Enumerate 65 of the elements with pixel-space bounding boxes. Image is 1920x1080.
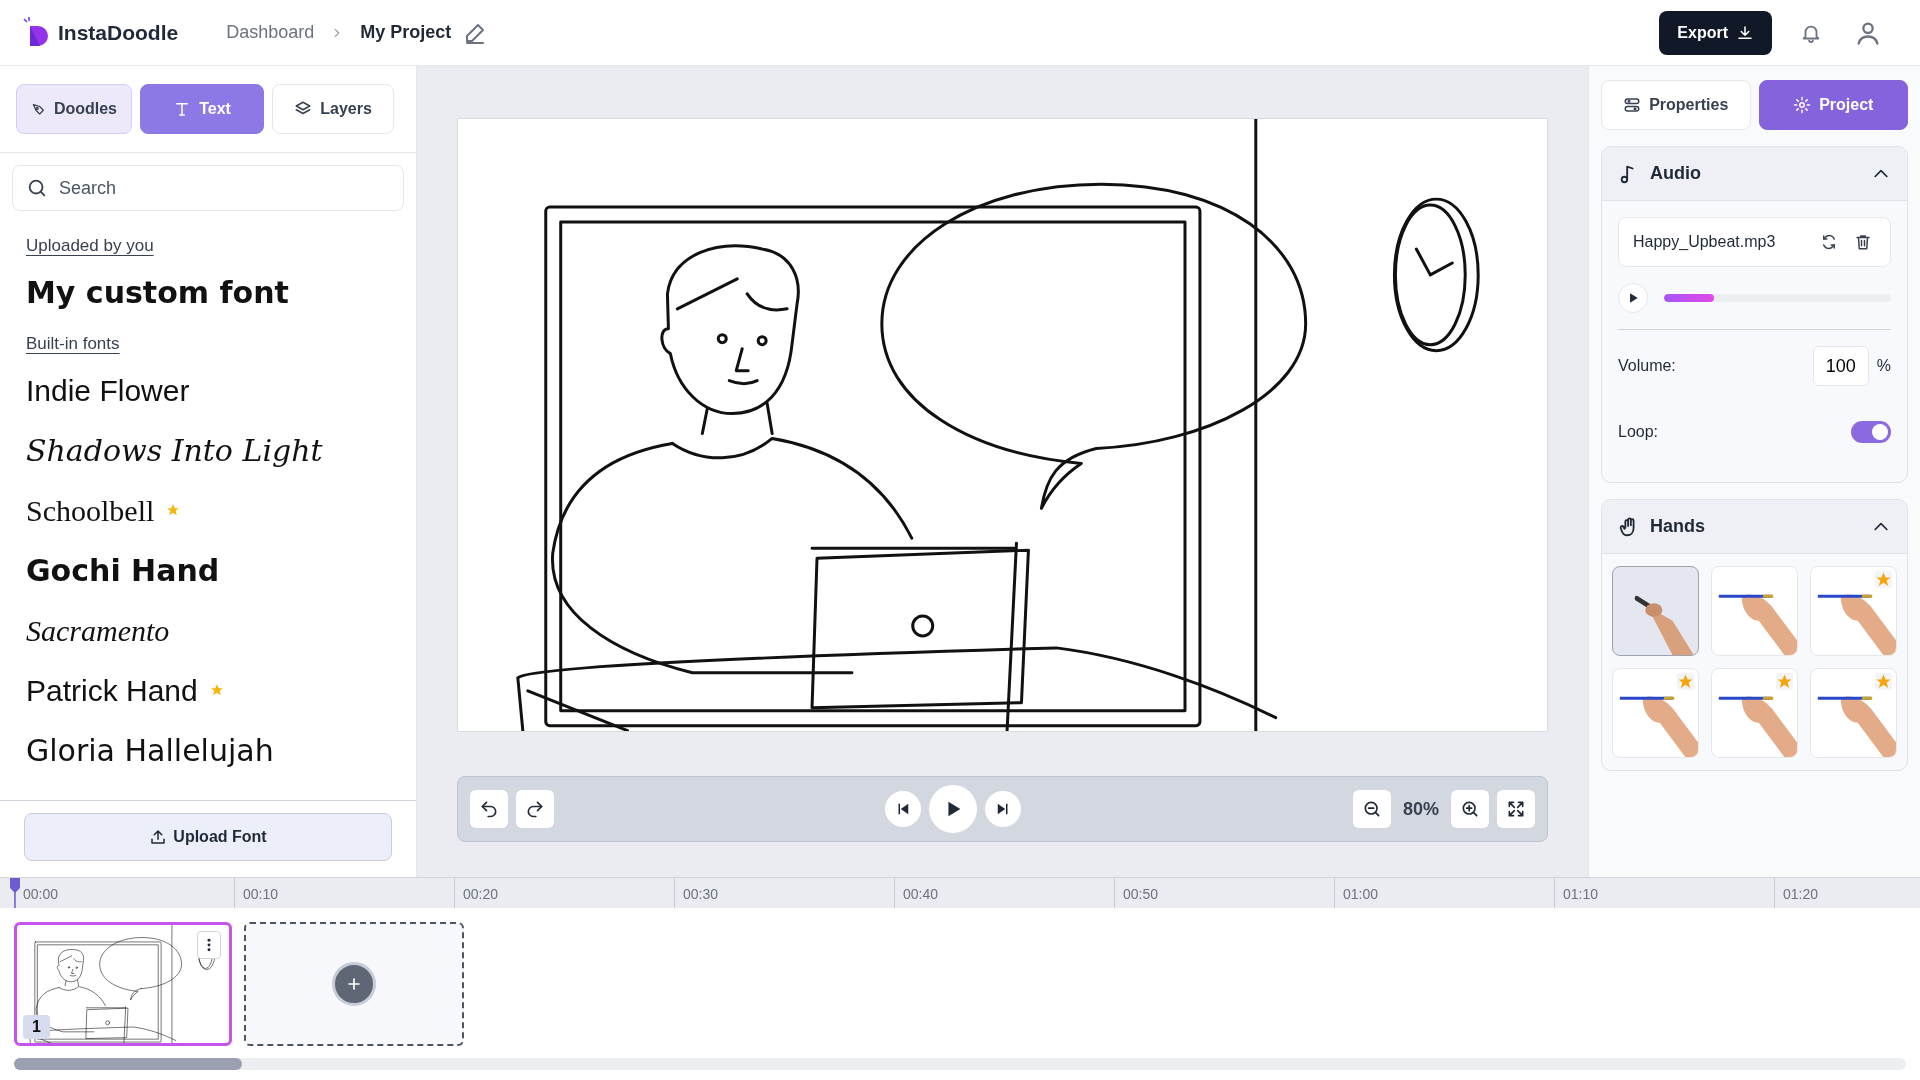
zoom-out-button[interactable]: [1352, 790, 1391, 828]
upload-font-button[interactable]: Upload Font: [24, 813, 392, 861]
gear-icon: [1793, 96, 1812, 114]
panel-tab[interactable]: Project: [1758, 80, 1908, 130]
time-tick-label: 00:20: [454, 878, 674, 908]
panel-tab[interactable]: Layers: [272, 84, 394, 134]
time-tick-label: 00:30: [674, 878, 894, 908]
previous-button[interactable]: [885, 791, 922, 827]
panel-tab[interactable]: Text: [140, 84, 264, 134]
audio-play-button[interactable]: [1618, 283, 1648, 313]
audio-file-name: Happy_Upbeat.mp3: [1633, 232, 1777, 252]
horizontal-scrollbar[interactable]: [14, 1058, 1906, 1070]
section-header[interactable]: Audio: [1602, 147, 1907, 201]
undo-icon: [479, 799, 499, 819]
time-tick-label: 00:40: [894, 878, 1114, 908]
fullscreen-icon: [1506, 799, 1526, 819]
section-heading: Uploaded by you: [26, 235, 154, 257]
section-header[interactable]: Hands: [1602, 500, 1907, 554]
breadcrumb-link[interactable]: Dashboard: [226, 19, 315, 46]
app-name: InstaDoodle: [58, 19, 179, 46]
font-sample[interactable]: Schoolbell: [26, 493, 155, 527]
font-sample[interactable]: Gloria Hallelujah: [26, 733, 274, 767]
font-sample[interactable]: Sacramento: [26, 613, 170, 647]
font-sample[interactable]: Gochi Hand: [26, 553, 220, 587]
play-button[interactable]: [929, 785, 978, 833]
project-title: My Project: [360, 21, 452, 44]
sliders-icon: [1623, 96, 1642, 114]
loop-toggle[interactable]: [1851, 421, 1891, 443]
fullscreen-button[interactable]: [1497, 790, 1535, 828]
add-scene-button[interactable]: [244, 922, 464, 1046]
section-heading: Built-in fonts: [26, 332, 120, 355]
upload-icon: [149, 828, 168, 846]
loop-label: Loop:: [1618, 422, 1660, 442]
scene-number: 1: [23, 1015, 50, 1039]
zoom-level: 80%: [1401, 797, 1440, 821]
undo-button[interactable]: [470, 790, 508, 828]
time-tick-label: 00:50: [1114, 878, 1334, 908]
font-sample[interactable]: Patrick Hand: [26, 673, 198, 707]
scene-menu-button[interactable]: [197, 931, 221, 959]
audio-progress-track[interactable]: [1664, 294, 1891, 302]
trash-icon: [1854, 233, 1872, 251]
time-tick-label: 01:20: [1774, 878, 1920, 908]
search-field[interactable]: Search: [12, 165, 404, 211]
percent-unit: %: [1876, 356, 1891, 376]
refresh-icon: [1820, 233, 1838, 251]
zoom-in-button[interactable]: [1451, 790, 1489, 828]
scene-thumbnail[interactable]: 1: [14, 922, 232, 1046]
time-tick-label: 01:00: [1334, 878, 1554, 908]
download-icon: [1736, 23, 1754, 42]
panel-tab[interactable]: Doodles: [16, 84, 132, 134]
volume-label: Volume:: [1618, 356, 1677, 376]
font-sample[interactable]: Indie Flower: [26, 373, 190, 407]
redo-button[interactable]: [516, 790, 554, 828]
font-sample[interactable]: Shadows Into Light: [26, 433, 323, 467]
search-icon: [26, 177, 48, 199]
next-button[interactable]: [985, 791, 1022, 827]
export-button[interactable]: Export: [1659, 10, 1772, 55]
time-tick-label: 01:10: [1554, 878, 1774, 908]
zoom-in-icon: [1460, 799, 1480, 819]
time-tick-label: 00:10: [234, 878, 454, 908]
font-sample[interactable]: My custom font: [26, 276, 289, 309]
doodle-scene-canvas[interactable]: [457, 118, 1548, 732]
volume-field[interactable]: 100: [1812, 346, 1869, 386]
panel-tab[interactable]: Properties: [1601, 80, 1751, 130]
redo-icon: [525, 799, 545, 819]
